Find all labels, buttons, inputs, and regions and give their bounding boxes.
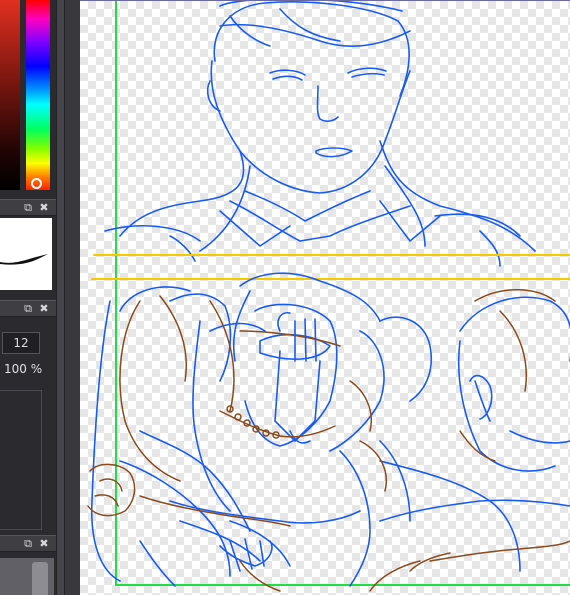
- drawing-canvas[interactable]: [80, 0, 570, 595]
- hue-slider[interactable]: [26, 0, 50, 190]
- brush-size-field[interactable]: 12: [2, 332, 40, 354]
- brush-stroke-preview: [0, 218, 52, 290]
- close-icon[interactable]: ✖: [38, 303, 50, 315]
- detach-icon[interactable]: ⧉: [22, 538, 34, 550]
- color-shade-slider[interactable]: [0, 0, 20, 190]
- detach-icon[interactable]: ⧉: [22, 202, 34, 214]
- sketch-artwork: [87, 1, 570, 592]
- canvas-margin: [65, 0, 80, 595]
- close-icon[interactable]: ✖: [38, 202, 50, 214]
- hue-picker-ring[interactable]: [31, 178, 42, 189]
- panel-splitter[interactable]: [56, 0, 65, 595]
- left-tool-panel: ⧉ ✖ ⧉ ✖ 12 100 % ⧉ ✖: [0, 0, 56, 595]
- tool-options-area: [0, 390, 42, 530]
- tool-settings-header: ⧉ ✖: [0, 300, 56, 317]
- brush-panel-header: ⧉ ✖: [0, 199, 56, 216]
- brush-stroke-icon: [0, 254, 48, 265]
- layers-panel-header: ⧉ ✖: [0, 535, 56, 552]
- sketch-head-blue: [104, 1, 536, 267]
- close-icon[interactable]: ✖: [38, 538, 50, 550]
- opacity-value[interactable]: 100 %: [4, 362, 42, 376]
- scrollbar-thumb[interactable]: [32, 562, 48, 595]
- sketch-body-blue: [90, 272, 570, 587]
- detach-icon[interactable]: ⧉: [22, 303, 34, 315]
